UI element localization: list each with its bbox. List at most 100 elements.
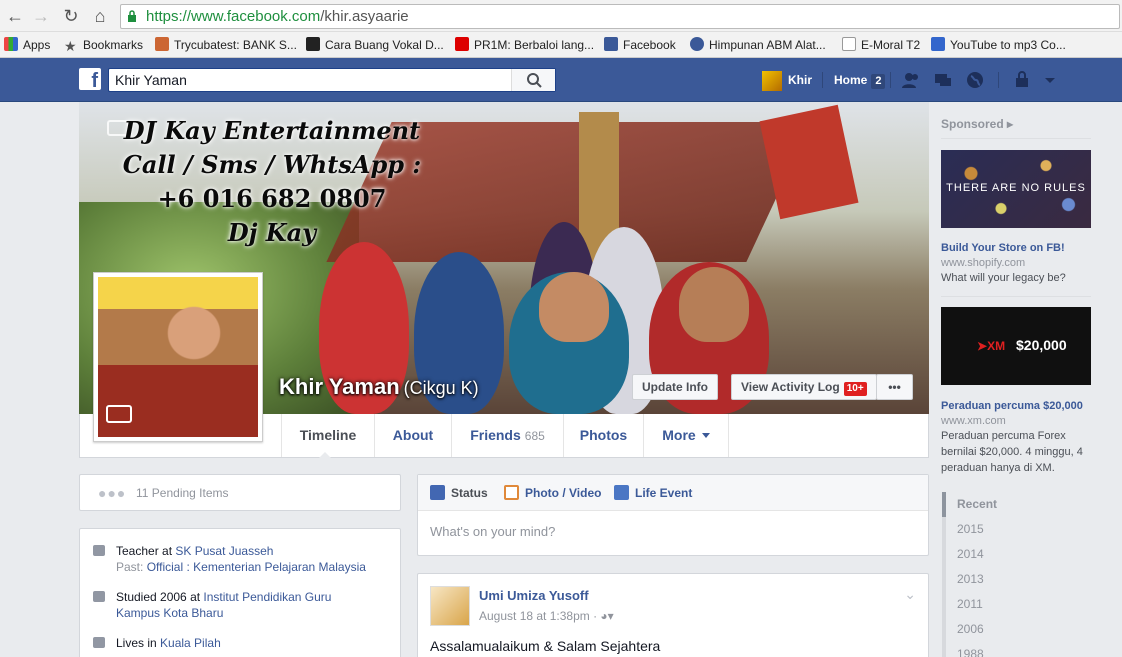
- bookmark-label: Cara Buang Vokal D...: [325, 38, 444, 52]
- facebook-logo-icon[interactable]: f: [79, 68, 101, 90]
- chevron-down-icon[interactable]: ⌄: [904, 586, 916, 603]
- chevron-down-icon: [701, 433, 710, 438]
- year-link[interactable]: 2014: [942, 542, 1092, 567]
- back-icon[interactable]: ←: [4, 5, 26, 27]
- ad-description: Peraduan percuma Forex bernilai $20,000.…: [941, 430, 1083, 474]
- home-icon[interactable]: ⌂: [89, 5, 111, 27]
- profile-link[interactable]: Khir: [762, 70, 812, 91]
- active-tab-indicator: [319, 452, 331, 458]
- divider: [941, 296, 1091, 297]
- bookmark-label: Apps: [23, 38, 51, 52]
- bookmarks-bar: Apps ★ Bookmarks Trycubatest: BANK S... C…: [0, 32, 1122, 58]
- sponsored-label: Sponsored: [941, 117, 1004, 131]
- search-button[interactable]: [511, 69, 555, 91]
- profile-picture[interactable]: [93, 272, 263, 442]
- year-link[interactable]: 2011: [942, 592, 1092, 617]
- ad-image-xm[interactable]: ➤XM $20,000: [941, 307, 1091, 385]
- privacy-shortcuts-icon[interactable]: [1012, 70, 1032, 90]
- home-link[interactable]: Home 2: [834, 70, 886, 90]
- bookmark-himpunan[interactable]: Himpunan ABM Alat...: [690, 36, 826, 54]
- life-event-label: Life Event: [635, 486, 693, 500]
- bookmark-trycubatest[interactable]: Trycubatest: BANK S...: [155, 36, 297, 54]
- work-info: Teacher at SK Pusat Juasseh Past: Offici…: [93, 543, 366, 575]
- tab-photos[interactable]: Photos: [563, 414, 643, 457]
- search-icon: [527, 73, 542, 88]
- profile-full-name: Khir Yaman: [279, 374, 400, 399]
- camera-icon[interactable]: [106, 405, 132, 423]
- pencil-icon: [430, 485, 445, 500]
- activity-log-label: View Activity Log: [741, 380, 840, 394]
- timeline-year-nav: Recent 2015 2014 2013 2011 2006 1988: [942, 492, 1092, 657]
- year-link[interactable]: 2015: [942, 517, 1092, 542]
- url-path: /khir.asyaarie: [320, 8, 409, 25]
- search-box: [108, 68, 556, 92]
- ad-image-shopify[interactable]: THERE ARE NO RULES: [941, 150, 1091, 228]
- tab-friends[interactable]: Friends 685: [451, 414, 563, 457]
- search-input[interactable]: [109, 69, 509, 91]
- notifications-globe-icon[interactable]: [965, 70, 985, 90]
- view-activity-log-button[interactable]: View Activity Log 10+: [731, 374, 877, 400]
- messages-icon[interactable]: [933, 70, 953, 90]
- pending-items-card[interactable]: ●●● 11 Pending Items: [79, 474, 401, 511]
- bookmark-pr1m[interactable]: PR1M: Berbaloi lang...: [455, 36, 594, 54]
- activity-count-badge: 10+: [843, 382, 867, 396]
- year-link[interactable]: 1988: [942, 642, 1092, 657]
- settings-chevron-down-icon[interactable]: [1040, 70, 1060, 90]
- ad-image-text: THERE ARE NO RULES: [946, 182, 1086, 194]
- ad-description: What will your legacy be?: [941, 272, 1066, 284]
- cover-mailbox: [759, 104, 859, 220]
- bookmark-facebook[interactable]: Facebook: [604, 36, 676, 54]
- megaphone-icon[interactable]: ▸: [1007, 117, 1013, 131]
- post-author-link[interactable]: Umi Umiza Yusoff: [479, 588, 589, 603]
- avatar[interactable]: [430, 586, 470, 626]
- composer-tab-life-event[interactable]: Life Event: [614, 475, 692, 511]
- work-place-link[interactable]: SK Pusat Juasseh: [175, 544, 273, 558]
- tab-more[interactable]: More: [643, 414, 729, 457]
- composer-tab-status[interactable]: Status: [430, 475, 488, 511]
- ad-title-link[interactable]: Peraduan percuma $20,000: [941, 400, 1083, 412]
- avatar: [762, 70, 782, 91]
- education-info: Studied 2006 at Institut Pendidikan Guru…: [93, 589, 376, 621]
- tab-friends-label: Friends: [470, 427, 521, 443]
- ad-url: www.xm.com: [941, 415, 1006, 427]
- page-icon: [842, 37, 856, 51]
- tab-timeline[interactable]: Timeline: [281, 414, 374, 457]
- bookmark-youtube-mp3[interactable]: YouTube to mp3 Co...: [931, 36, 1066, 54]
- work-past-link[interactable]: Official : Kementerian Pelajaran Malaysi…: [147, 560, 366, 574]
- friends-count: 685: [524, 429, 545, 443]
- tab-about[interactable]: About: [374, 414, 451, 457]
- composer-tab-photo-video[interactable]: Photo / Video: [504, 475, 601, 511]
- update-info-button[interactable]: Update Info: [632, 374, 718, 400]
- divider: [890, 72, 891, 88]
- forward-icon[interactable]: →: [30, 5, 52, 27]
- ad-title-link[interactable]: Build Your Store on FB!: [941, 242, 1065, 254]
- more-options-button[interactable]: •••: [876, 374, 913, 400]
- friend-requests-icon[interactable]: [901, 70, 921, 90]
- photo-video-label: Photo / Video: [525, 486, 602, 500]
- bookmark-emoral[interactable]: E-Moral T2: [842, 36, 920, 54]
- bookmark-label: PR1M: Berbaloi lang...: [474, 38, 595, 52]
- study-prefix: Studied 2006 at: [116, 590, 204, 604]
- post-meta-text: August 18 at 1:38pm ·: [479, 609, 598, 623]
- divider: [998, 72, 999, 88]
- cover-face: [679, 267, 749, 342]
- reload-icon[interactable]: ↻: [60, 5, 82, 27]
- post-timestamp: August 18 at 1:38pm · ◕▾: [479, 609, 614, 623]
- bookmark-cara-buang[interactable]: Cara Buang Vokal D...: [306, 36, 444, 54]
- bookmark-apps[interactable]: Apps: [4, 36, 50, 54]
- pending-items-label: 11 Pending Items: [136, 486, 229, 500]
- year-link[interactable]: 2013: [942, 567, 1092, 592]
- site-favicon-icon: [306, 37, 320, 51]
- profile-name: Khir: [788, 73, 812, 87]
- lives-place-link[interactable]: Kuala Pilah: [160, 636, 221, 650]
- divider: [822, 72, 823, 88]
- location-info: Lives in Kuala Pilah: [93, 635, 221, 651]
- year-link[interactable]: Recent: [942, 492, 1092, 517]
- cover-face: [539, 272, 609, 342]
- profile-name-heading: Khir Yaman (Cikgu K): [279, 374, 479, 400]
- year-link[interactable]: 2006: [942, 617, 1092, 642]
- globe-audience-icon[interactable]: ◕▾: [600, 609, 613, 623]
- bookmark-bookmarks[interactable]: ★ Bookmarks: [64, 36, 143, 54]
- url-bar[interactable]: https://www.facebook.com/khir.asyaarie: [120, 4, 1120, 29]
- status-input[interactable]: What's on your mind?: [430, 524, 555, 539]
